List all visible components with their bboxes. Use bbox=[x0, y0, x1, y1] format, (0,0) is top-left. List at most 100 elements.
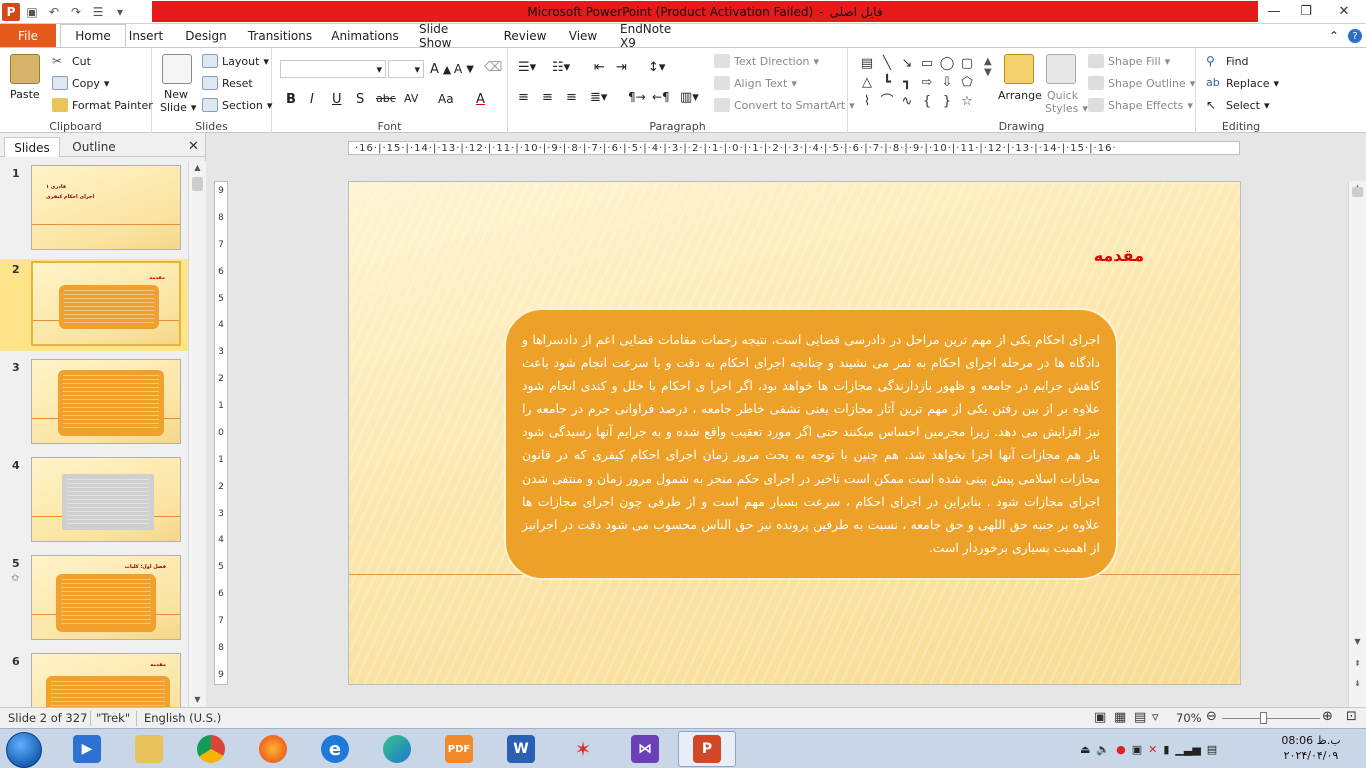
tab-file[interactable]: File bbox=[0, 24, 56, 47]
oval-shape-icon[interactable]: ◯ bbox=[937, 54, 957, 73]
tab-view[interactable]: View bbox=[567, 24, 599, 47]
zoom-slider[interactable] bbox=[1222, 718, 1320, 719]
scroll-thumb[interactable] bbox=[1352, 187, 1363, 197]
shape-effects-button[interactable]: Shape Effects ▾ bbox=[1088, 98, 1193, 112]
taskbar-file-explorer[interactable] bbox=[120, 731, 178, 767]
normal-view-icon[interactable]: ▣ bbox=[1094, 710, 1106, 725]
taskbar-pdf[interactable]: PDF bbox=[430, 731, 488, 767]
convert-smartart-button[interactable]: Convert to SmartArt ▾ bbox=[714, 98, 855, 112]
language-icon[interactable]: ▤ bbox=[1207, 743, 1217, 756]
left-brace-shape-icon[interactable]: { bbox=[917, 92, 937, 111]
text-direction-button[interactable]: Text Direction ▾ bbox=[714, 54, 819, 68]
curve-shape-icon[interactable]: ⌇ bbox=[857, 92, 877, 111]
align-center-icon[interactable]: ≡ bbox=[542, 90, 553, 105]
section-button[interactable]: Section ▾ bbox=[202, 98, 272, 112]
align-text-button[interactable]: Align Text ▾ bbox=[714, 76, 797, 90]
taskbar-edge[interactable] bbox=[368, 731, 426, 767]
taskbar-word[interactable]: W bbox=[492, 731, 550, 767]
slide-canvas[interactable]: مقدمه اجرای احکام یکی از مهم ترین مراحل … bbox=[348, 181, 1241, 685]
taskbar-clock[interactable]: 08:06 ب.ظ ۲۰۲۴/۰۴/۰۹ bbox=[1280, 733, 1342, 763]
reading-view-icon[interactable]: ▤ bbox=[1134, 710, 1146, 725]
star-shape-icon[interactable]: ☆ bbox=[957, 92, 977, 111]
numbering-icon[interactable]: ☷▾ bbox=[552, 60, 570, 75]
font-color-button[interactable]: A bbox=[476, 92, 485, 107]
minimize-icon[interactable]: — bbox=[1258, 0, 1290, 22]
start-button-icon[interactable] bbox=[6, 732, 42, 768]
battery-icon[interactable]: ▮ bbox=[1163, 743, 1169, 756]
eject-icon[interactable]: ⏏ bbox=[1080, 743, 1090, 756]
new-slide-icon[interactable] bbox=[162, 54, 192, 84]
rectangle-shape-icon[interactable]: ▭ bbox=[917, 54, 937, 73]
align-right-icon[interactable]: ≡ bbox=[566, 90, 577, 105]
arrange-icon[interactable] bbox=[1004, 54, 1034, 84]
down-arrow-shape-icon[interactable]: ⇩ bbox=[937, 73, 957, 92]
cut-button[interactable]: ✂ Cut bbox=[52, 54, 91, 68]
pentagon-shape-icon[interactable]: ⬠ bbox=[957, 73, 977, 92]
format-painter-button[interactable]: Format Painter bbox=[52, 98, 153, 112]
shapes-gallery[interactable]: ▤ ╲ ↘ ▭ ◯ ▢ △ ┗ ┓ ⇨ ⇩ ⬠ ⌇ ⌒ ∿{} ☆ bbox=[857, 54, 983, 112]
elbow-shape-icon[interactable]: ┓ bbox=[897, 73, 917, 92]
right-arrow-shape-icon[interactable]: ⇨ bbox=[917, 73, 937, 92]
maximize-icon[interactable]: ❐ bbox=[1290, 0, 1322, 22]
slide-show-icon[interactable]: ▿ bbox=[1152, 710, 1159, 725]
taskbar-app-red[interactable]: ✶ bbox=[554, 731, 612, 767]
thumbnail-1[interactable]: 1 قادری ۱ اجرای احکام کیفری bbox=[0, 163, 188, 255]
quick-styles-icon[interactable] bbox=[1046, 54, 1076, 84]
zoom-in-icon[interactable]: ⊕ bbox=[1322, 709, 1333, 724]
network-off-icon[interactable]: ✕ bbox=[1148, 743, 1157, 756]
tab-design[interactable]: Design bbox=[184, 24, 228, 47]
tab-endnote[interactable]: EndNote X9 bbox=[620, 22, 688, 50]
taskbar-media-player[interactable]: ▶ bbox=[58, 731, 116, 767]
taskbar-internet-explorer[interactable]: e bbox=[306, 731, 364, 767]
slide-title[interactable]: مقدمه bbox=[1094, 246, 1144, 265]
quick-styles-button[interactable]: Styles ▾ bbox=[1045, 102, 1088, 115]
line-shape-icon[interactable]: ╲ bbox=[877, 54, 897, 73]
scroll-down-icon[interactable]: ▼ bbox=[189, 693, 206, 707]
find-button[interactable]: ⚲ Find bbox=[1206, 54, 1249, 68]
close-pane-icon[interactable]: ✕ bbox=[188, 139, 199, 154]
monitor-icon[interactable]: ▣ bbox=[1132, 743, 1142, 756]
slide-sorter-icon[interactable]: ▦ bbox=[1114, 710, 1126, 725]
new-slide-line1[interactable]: New bbox=[164, 88, 188, 101]
tab-slides[interactable]: Slides bbox=[4, 137, 60, 157]
arrange-button[interactable]: Arrange bbox=[998, 89, 1042, 102]
thumbnail-5[interactable]: 5 ✩ فصل اول: کلیات bbox=[0, 553, 188, 645]
select-button[interactable]: ↖ Select ▾ bbox=[1206, 98, 1269, 112]
bullets-icon[interactable]: ☰▾ bbox=[518, 60, 536, 75]
layout-button[interactable]: Layout ▾ bbox=[202, 54, 269, 68]
textbox-shape-icon[interactable]: ▤ bbox=[857, 54, 877, 73]
previous-slide-icon[interactable]: ⇞ bbox=[1349, 657, 1366, 671]
thumbnails-scrollbar[interactable]: ▲ ▼ bbox=[188, 161, 206, 707]
tab-insert[interactable]: Insert bbox=[126, 24, 166, 47]
increase-indent-icon[interactable]: ⇥ bbox=[616, 60, 627, 75]
thumbnail-2[interactable]: 2 مقدمه bbox=[0, 259, 188, 351]
powerpoint-logo-icon[interactable]: P bbox=[2, 3, 20, 21]
tab-outline[interactable]: Outline bbox=[66, 137, 122, 157]
wave-shape-icon[interactable]: ∿ bbox=[897, 92, 917, 111]
shadow-button[interactable]: S bbox=[356, 92, 364, 107]
next-slide-icon[interactable]: ⇟ bbox=[1349, 677, 1366, 691]
copy-button[interactable]: Copy ▾ bbox=[52, 76, 109, 90]
shape-fill-button[interactable]: Shape Fill ▾ bbox=[1088, 54, 1170, 68]
align-left-icon[interactable]: ≡ bbox=[518, 90, 529, 105]
triangle-shape-icon[interactable]: △ bbox=[857, 73, 877, 92]
shapes-gallery-scroll[interactable]: ▲ ▼ bbox=[984, 56, 992, 78]
thumbnail-4[interactable]: 4 bbox=[0, 455, 188, 547]
paste-button[interactable]: Paste bbox=[10, 88, 40, 101]
grow-font-icon[interactable]: A ▲ bbox=[430, 62, 451, 77]
signal-icon[interactable]: ▁▃▅ bbox=[1175, 743, 1200, 756]
slide-body-text[interactable]: اجرای احکام یکی از مهم ترین مراحل در داد… bbox=[522, 328, 1100, 559]
thumbnail-3[interactable]: 3 bbox=[0, 357, 188, 449]
columns-icon[interactable]: ▥▾ bbox=[680, 90, 699, 105]
zoom-out-icon[interactable]: ⊖ bbox=[1206, 709, 1217, 724]
change-case-button[interactable]: Aa bbox=[438, 92, 454, 106]
paste-icon[interactable] bbox=[10, 54, 40, 84]
taskbar-powerpoint[interactable]: P bbox=[678, 731, 736, 767]
shape-outline-button[interactable]: Shape Outline ▾ bbox=[1088, 76, 1195, 90]
reset-button[interactable]: Reset bbox=[202, 76, 253, 90]
strikethrough-button[interactable]: abc bbox=[376, 92, 396, 105]
record-icon[interactable]: ● bbox=[1116, 743, 1126, 756]
customize-toolbar-icon[interactable]: ▾ bbox=[110, 2, 130, 22]
taskbar-firefox[interactable] bbox=[244, 731, 302, 767]
tab-review[interactable]: Review bbox=[503, 24, 547, 47]
